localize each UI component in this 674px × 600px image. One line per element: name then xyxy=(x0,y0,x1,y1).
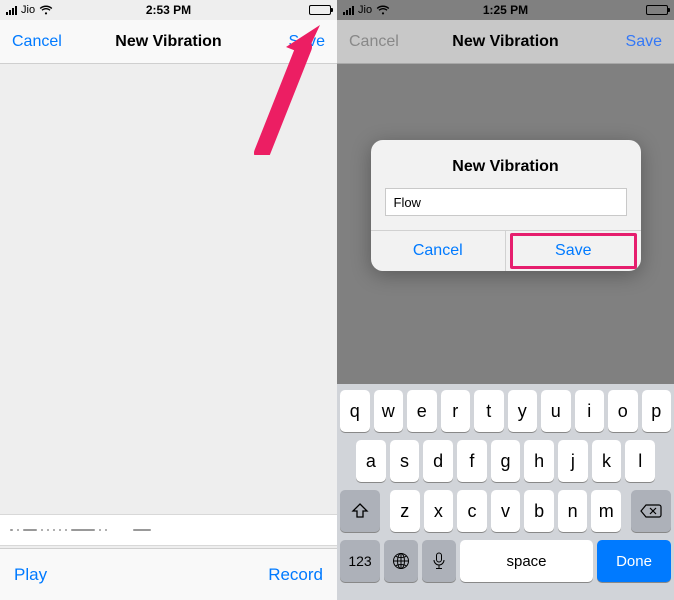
vibration-name-input[interactable] xyxy=(385,188,627,216)
status-bar: Jio 2:53 PM xyxy=(0,0,337,20)
key-a[interactable]: a xyxy=(356,440,386,482)
key-p[interactable]: p xyxy=(642,390,672,432)
dictation-key[interactable] xyxy=(422,540,456,582)
key-x[interactable]: x xyxy=(424,490,454,532)
key-n[interactable]: n xyxy=(558,490,588,532)
numbers-key[interactable]: 123 xyxy=(340,540,380,582)
key-z[interactable]: z xyxy=(390,490,420,532)
emoji-key[interactable] xyxy=(384,540,418,582)
backspace-icon xyxy=(640,504,662,518)
key-u[interactable]: u xyxy=(541,390,571,432)
keyboard-row-3: z x c v b n m xyxy=(340,490,671,532)
status-bar: Jio 1:25 PM xyxy=(337,0,674,20)
key-l[interactable]: l xyxy=(625,440,655,482)
bottom-toolbar: Play Record xyxy=(0,548,337,600)
key-c[interactable]: c xyxy=(457,490,487,532)
keyboard-row-2: a s d f g h j k l xyxy=(340,440,671,482)
nav-bar: Cancel New Vibration Save xyxy=(0,20,337,64)
key-q[interactable]: q xyxy=(340,390,370,432)
key-f[interactable]: f xyxy=(457,440,487,482)
key-b[interactable]: b xyxy=(524,490,554,532)
key-v[interactable]: v xyxy=(491,490,521,532)
dialog-cancel-button[interactable]: Cancel xyxy=(371,231,507,271)
clock: 2:53 PM xyxy=(0,3,337,17)
name-vibration-dialog: New Vibration Cancel Save xyxy=(371,140,641,271)
vibration-canvas[interactable]: Play Record xyxy=(0,64,337,600)
clock: 1:25 PM xyxy=(337,3,674,17)
keyboard-row-1: q w e r t y u i o p xyxy=(340,390,671,432)
key-o[interactable]: o xyxy=(608,390,638,432)
key-h[interactable]: h xyxy=(524,440,554,482)
save-button[interactable]: Save xyxy=(289,33,325,51)
cancel-button[interactable]: Cancel xyxy=(349,33,399,51)
battery-icon xyxy=(309,5,331,15)
ios-keyboard: q w e r t y u i o p a s d f g h j k l xyxy=(337,384,674,600)
mic-icon xyxy=(433,552,445,570)
key-y[interactable]: y xyxy=(508,390,538,432)
key-w[interactable]: w xyxy=(374,390,404,432)
shift-key[interactable] xyxy=(340,490,380,532)
dialog-save-label: Save xyxy=(555,242,591,259)
key-s[interactable]: s xyxy=(390,440,420,482)
save-button[interactable]: Save xyxy=(626,33,662,51)
screen-left-recording: Jio 2:53 PM Cancel New Vibration Save xyxy=(0,0,337,600)
key-k[interactable]: k xyxy=(592,440,622,482)
key-r[interactable]: r xyxy=(441,390,471,432)
play-button[interactable]: Play xyxy=(14,565,47,585)
key-e[interactable]: e xyxy=(407,390,437,432)
cancel-button[interactable]: Cancel xyxy=(12,33,62,51)
key-m[interactable]: m xyxy=(591,490,621,532)
key-g[interactable]: g xyxy=(491,440,521,482)
dialog-save-button[interactable]: Save xyxy=(506,231,641,271)
globe-icon xyxy=(392,552,410,570)
battery-icon xyxy=(646,5,668,15)
nav-bar: Cancel New Vibration Save xyxy=(337,20,674,64)
keyboard-row-4: 123 space Done xyxy=(340,540,671,582)
record-button[interactable]: Record xyxy=(268,565,323,585)
screen-right-naming: Jio 1:25 PM Cancel New Vibration Save Ne… xyxy=(337,0,674,600)
key-t[interactable]: t xyxy=(474,390,504,432)
vibration-pattern-track xyxy=(0,514,337,546)
shift-icon xyxy=(351,503,369,519)
space-key[interactable]: space xyxy=(460,540,593,582)
key-i[interactable]: i xyxy=(575,390,605,432)
backspace-key[interactable] xyxy=(631,490,671,532)
dialog-title: New Vibration xyxy=(371,140,641,184)
key-j[interactable]: j xyxy=(558,440,588,482)
key-d[interactable]: d xyxy=(423,440,453,482)
done-key[interactable]: Done xyxy=(597,540,671,582)
